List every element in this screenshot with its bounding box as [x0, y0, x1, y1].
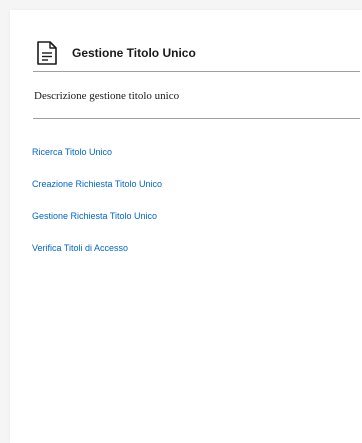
link-ricerca-titolo-unico[interactable]: Ricerca Titolo Unico	[32, 147, 112, 157]
list-item: Gestione Richiesta Titolo Unico	[32, 209, 162, 241]
link-creazione-richiesta-titolo-unico[interactable]: Creazione Richiesta Titolo Unico	[32, 179, 162, 189]
link-gestione-richiesta-titolo-unico[interactable]: Gestione Richiesta Titolo Unico	[32, 211, 157, 221]
list-item: Ricerca Titolo Unico	[32, 145, 162, 177]
links-list: Ricerca Titolo Unico Creazione Richiesta…	[32, 145, 162, 273]
service-card: Gestione Titolo Unico Descrizione gestio…	[10, 10, 362, 443]
link-verifica-titoli-di-accesso[interactable]: Verifica Titoli di Accesso	[32, 243, 128, 253]
divider	[33, 71, 360, 72]
card-header: Gestione Titolo Unico	[36, 36, 196, 70]
card-title: Gestione Titolo Unico	[72, 46, 196, 60]
card-description: Descrizione gestione titolo unico	[34, 90, 180, 102]
document-icon	[36, 40, 58, 66]
list-item: Verifica Titoli di Accesso	[32, 241, 162, 273]
list-item: Creazione Richiesta Titolo Unico	[32, 177, 162, 209]
divider	[33, 118, 360, 119]
